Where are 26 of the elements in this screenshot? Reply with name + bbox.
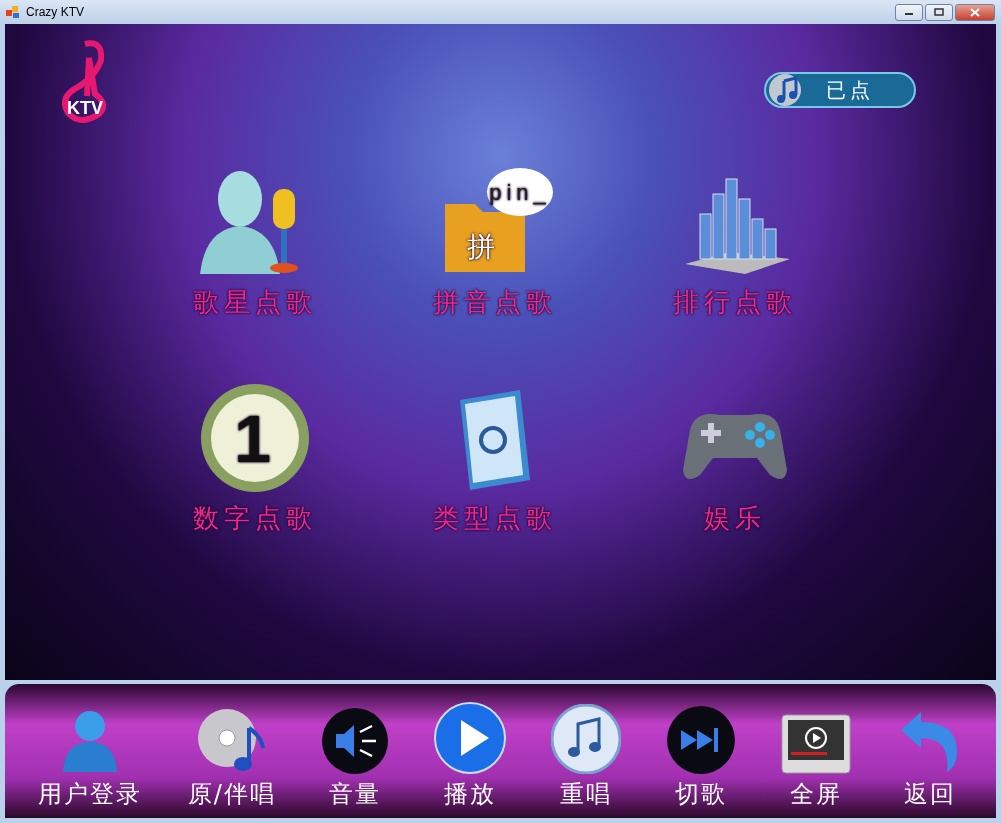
close-button[interactable]	[955, 3, 995, 21]
toolbar-button[interactable]: 返回	[897, 708, 964, 810]
minimize-button[interactable]	[895, 3, 923, 21]
app-icon	[6, 5, 20, 19]
menu-item[interactable]: 娱乐	[615, 380, 855, 536]
disc-music-note-icon	[196, 708, 267, 774]
toolbar-button[interactable]: 切歌	[667, 706, 736, 810]
music-note-icon	[551, 704, 622, 774]
music-disc-icon	[768, 73, 804, 107]
speaker-icon	[321, 708, 388, 774]
menu-item[interactable]: 1 数字点歌	[135, 380, 375, 536]
video-screen-icon	[781, 714, 852, 774]
toolbar-button[interactable]: 音量	[321, 708, 388, 810]
skip-forward-icon	[667, 706, 736, 774]
restore-button[interactable]	[925, 3, 953, 21]
play-icon	[433, 702, 506, 774]
restore-icon	[934, 8, 944, 16]
toolbar-button[interactable]: 原/伴唱	[187, 708, 276, 810]
queued-songs-button[interactable]: 已点	[764, 72, 916, 108]
menu-item[interactable]: pin_ 拼 拼音点歌	[375, 164, 615, 320]
window-title: Crazy KTV	[26, 5, 85, 19]
close-icon	[970, 7, 980, 17]
toolbar-button[interactable]: 全屏	[781, 714, 852, 810]
toolbar-button[interactable]: 用户登录	[37, 708, 142, 810]
toolbar-button[interactable]: 重唱	[551, 704, 622, 810]
toolbar-button[interactable]: 播放	[433, 702, 506, 810]
